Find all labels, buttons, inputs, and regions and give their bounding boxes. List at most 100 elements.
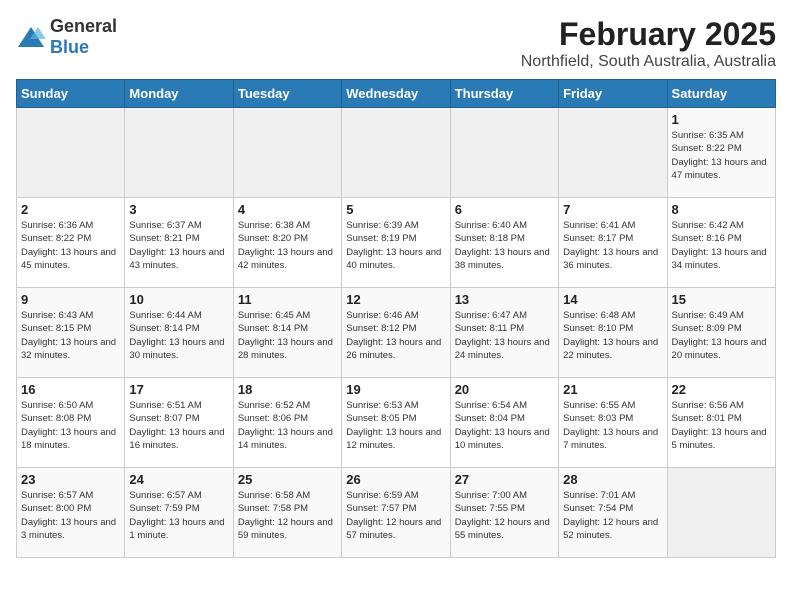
main-title: February 2025 xyxy=(521,16,776,53)
day-number: 19 xyxy=(346,382,445,397)
day-number: 28 xyxy=(563,472,662,487)
logo-general: General xyxy=(50,16,117,36)
day-number: 3 xyxy=(129,202,228,217)
day-info: Sunrise: 6:38 AM Sunset: 8:20 PM Dayligh… xyxy=(238,219,337,272)
day-number: 26 xyxy=(346,472,445,487)
day-info: Sunrise: 6:35 AM Sunset: 8:22 PM Dayligh… xyxy=(672,129,771,182)
day-info: Sunrise: 7:00 AM Sunset: 7:55 PM Dayligh… xyxy=(455,489,554,542)
calendar-cell: 13Sunrise: 6:47 AM Sunset: 8:11 PM Dayli… xyxy=(450,288,558,378)
calendar-cell: 20 Sunrise: 6:54 AM Sunset: 8:04 PM Dayli… xyxy=(450,378,558,468)
calendar-cell xyxy=(125,108,233,198)
day-info: Sunrise: 6:59 AM Sunset: 7:57 PM Dayligh… xyxy=(346,489,445,542)
calendar-header-row: SundayMondayTuesdayWednesdayThursdayFrid… xyxy=(17,80,776,108)
calendar-cell: 10 Sunrise: 6:44 AM Sunset: 8:14 PM Dayli… xyxy=(125,288,233,378)
day-info: Sunrise: 6:43 AM Sunset: 8:15 PM Dayligh… xyxy=(21,309,120,362)
day-info: Sunrise: 6:58 AM Sunset: 7:58 PM Dayligh… xyxy=(238,489,337,542)
day-info: Sunrise: 6:48 AM Sunset: 8:10 PM Dayligh… xyxy=(563,309,662,362)
calendar-cell: 11Sunrise: 6:45 AM Sunset: 8:14 PM Dayli… xyxy=(233,288,341,378)
calendar-week-row: 2 Sunrise: 6:36 AM Sunset: 8:22 PM Daylig… xyxy=(17,198,776,288)
calendar-cell: 25 Sunrise: 6:58 AM Sunset: 7:58 PM Dayli… xyxy=(233,468,341,558)
day-number: 4 xyxy=(238,202,337,217)
day-number: 21 xyxy=(563,382,662,397)
calendar-cell: 6 Sunrise: 6:40 AM Sunset: 8:18 PM Daylig… xyxy=(450,198,558,288)
calendar-cell xyxy=(559,108,667,198)
calendar-cell: 9 Sunrise: 6:43 AM Sunset: 8:15 PM Daylig… xyxy=(17,288,125,378)
header-sunday: Sunday xyxy=(17,80,125,108)
day-number: 8 xyxy=(672,202,771,217)
day-number: 14 xyxy=(563,292,662,307)
day-info: Sunrise: 6:55 AM Sunset: 8:03 PM Dayligh… xyxy=(563,399,662,452)
day-info: Sunrise: 6:57 AM Sunset: 8:00 PM Dayligh… xyxy=(21,489,120,542)
day-number: 12 xyxy=(346,292,445,307)
calendar-cell: 15 Sunrise: 6:49 AM Sunset: 8:09 PM Dayli… xyxy=(667,288,775,378)
day-info: Sunrise: 6:49 AM Sunset: 8:09 PM Dayligh… xyxy=(672,309,771,362)
calendar-week-row: 9 Sunrise: 6:43 AM Sunset: 8:15 PM Daylig… xyxy=(17,288,776,378)
day-number: 27 xyxy=(455,472,554,487)
day-number: 5 xyxy=(346,202,445,217)
calendar-week-row: 23 Sunrise: 6:57 AM Sunset: 8:00 PM Dayli… xyxy=(17,468,776,558)
day-info: Sunrise: 6:42 AM Sunset: 8:16 PM Dayligh… xyxy=(672,219,771,272)
calendar-cell: 28 Sunrise: 7:01 AM Sunset: 7:54 PM Dayli… xyxy=(559,468,667,558)
calendar-cell xyxy=(342,108,450,198)
day-number: 9 xyxy=(21,292,120,307)
header-wednesday: Wednesday xyxy=(342,80,450,108)
day-info: Sunrise: 6:53 AM Sunset: 8:05 PM Dayligh… xyxy=(346,399,445,452)
calendar-cell: 5 Sunrise: 6:39 AM Sunset: 8:19 PM Daylig… xyxy=(342,198,450,288)
day-number: 22 xyxy=(672,382,771,397)
title-area: February 2025 Northfield, South Australi… xyxy=(521,16,776,71)
calendar-cell: 22 Sunrise: 6:56 AM Sunset: 8:01 PM Dayli… xyxy=(667,378,775,468)
day-info: Sunrise: 6:40 AM Sunset: 8:18 PM Dayligh… xyxy=(455,219,554,272)
calendar-cell: 17Sunrise: 6:51 AM Sunset: 8:07 PM Dayli… xyxy=(125,378,233,468)
calendar-week-row: 16Sunrise: 6:50 AM Sunset: 8:08 PM Dayli… xyxy=(17,378,776,468)
calendar-cell xyxy=(450,108,558,198)
day-number: 25 xyxy=(238,472,337,487)
logo-blue: Blue xyxy=(50,37,89,57)
calendar-cell: 16Sunrise: 6:50 AM Sunset: 8:08 PM Dayli… xyxy=(17,378,125,468)
day-info: Sunrise: 6:54 AM Sunset: 8:04 PM Dayligh… xyxy=(455,399,554,452)
calendar-cell: 27 Sunrise: 7:00 AM Sunset: 7:55 PM Dayli… xyxy=(450,468,558,558)
day-number: 24 xyxy=(129,472,228,487)
day-number: 7 xyxy=(563,202,662,217)
day-info: Sunrise: 6:44 AM Sunset: 8:14 PM Dayligh… xyxy=(129,309,228,362)
day-info: Sunrise: 6:46 AM Sunset: 8:12 PM Dayligh… xyxy=(346,309,445,362)
day-number: 2 xyxy=(21,202,120,217)
day-number: 10 xyxy=(129,292,228,307)
header-tuesday: Tuesday xyxy=(233,80,341,108)
logo: General Blue xyxy=(16,16,117,58)
day-info: Sunrise: 6:37 AM Sunset: 8:21 PM Dayligh… xyxy=(129,219,228,272)
day-info: Sunrise: 6:41 AM Sunset: 8:17 PM Dayligh… xyxy=(563,219,662,272)
day-number: 23 xyxy=(21,472,120,487)
calendar-cell: 14 Sunrise: 6:48 AM Sunset: 8:10 PM Dayli… xyxy=(559,288,667,378)
calendar-cell: 7 Sunrise: 6:41 AM Sunset: 8:17 PM Daylig… xyxy=(559,198,667,288)
day-info: Sunrise: 6:52 AM Sunset: 8:06 PM Dayligh… xyxy=(238,399,337,452)
calendar-table: SundayMondayTuesdayWednesdayThursdayFrid… xyxy=(16,79,776,558)
day-info: Sunrise: 6:47 AM Sunset: 8:11 PM Dayligh… xyxy=(455,309,554,362)
calendar-cell: 12 Sunrise: 6:46 AM Sunset: 8:12 PM Dayli… xyxy=(342,288,450,378)
day-info: Sunrise: 6:57 AM Sunset: 7:59 PM Dayligh… xyxy=(129,489,228,542)
day-info: Sunrise: 6:36 AM Sunset: 8:22 PM Dayligh… xyxy=(21,219,120,272)
calendar-cell xyxy=(233,108,341,198)
subtitle: Northfield, South Australia, Australia xyxy=(521,53,776,71)
day-number: 1 xyxy=(672,112,771,127)
calendar-cell: 8 Sunrise: 6:42 AM Sunset: 8:16 PM Daylig… xyxy=(667,198,775,288)
calendar-cell xyxy=(667,468,775,558)
day-number: 18 xyxy=(238,382,337,397)
day-info: Sunrise: 6:56 AM Sunset: 8:01 PM Dayligh… xyxy=(672,399,771,452)
day-number: 6 xyxy=(455,202,554,217)
header-friday: Friday xyxy=(559,80,667,108)
day-info: Sunrise: 7:01 AM Sunset: 7:54 PM Dayligh… xyxy=(563,489,662,542)
calendar-cell: 23 Sunrise: 6:57 AM Sunset: 8:00 PM Dayli… xyxy=(17,468,125,558)
calendar-cell: 3 Sunrise: 6:37 AM Sunset: 8:21 PM Daylig… xyxy=(125,198,233,288)
calendar-cell: 1 Sunrise: 6:35 AM Sunset: 8:22 PM Daylig… xyxy=(667,108,775,198)
header-monday: Monday xyxy=(125,80,233,108)
header: General Blue February 2025 Northfield, S… xyxy=(16,16,776,71)
calendar-cell xyxy=(17,108,125,198)
day-info: Sunrise: 6:39 AM Sunset: 8:19 PM Dayligh… xyxy=(346,219,445,272)
calendar-cell: 19 Sunrise: 6:53 AM Sunset: 8:05 PM Dayli… xyxy=(342,378,450,468)
day-number: 15 xyxy=(672,292,771,307)
day-info: Sunrise: 6:45 AM Sunset: 8:14 PM Dayligh… xyxy=(238,309,337,362)
logo-text: General Blue xyxy=(50,16,117,58)
calendar-week-row: 1 Sunrise: 6:35 AM Sunset: 8:22 PM Daylig… xyxy=(17,108,776,198)
day-number: 17 xyxy=(129,382,228,397)
day-number: 20 xyxy=(455,382,554,397)
